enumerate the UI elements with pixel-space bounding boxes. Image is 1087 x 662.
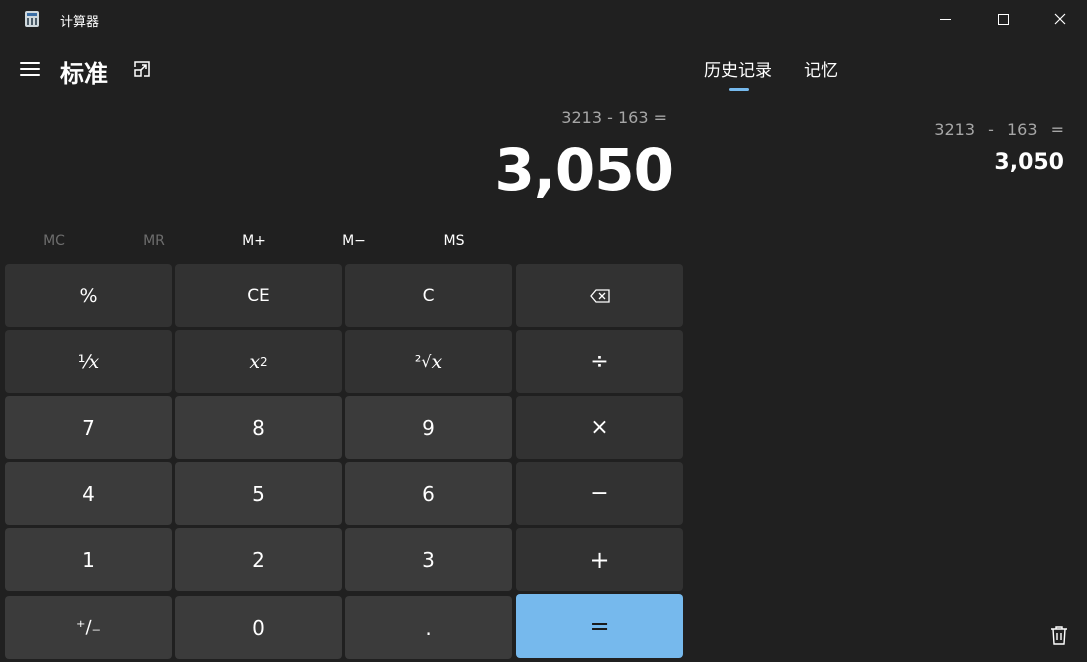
tab-memory[interactable]: 记忆 [804, 56, 838, 81]
memory-add-button[interactable]: M+ [204, 226, 304, 256]
backspace-button[interactable] [516, 264, 683, 327]
square-exponent: 2 [260, 354, 268, 369]
memory-subtract-button[interactable]: M− [304, 226, 404, 256]
result-display: 3,050 [494, 136, 674, 204]
hamburger-menu-button[interactable] [20, 62, 40, 78]
square-variable: x [249, 350, 261, 373]
add-button[interactable]: + [516, 528, 683, 591]
expression-display: 3213 - 163 = [561, 108, 667, 127]
keep-on-top-button[interactable] [132, 59, 152, 79]
maximize-button[interactable] [980, 0, 1026, 38]
minimize-button[interactable] [922, 0, 968, 38]
square-button[interactable]: x2 [175, 330, 342, 393]
digit-1-button[interactable]: 1 [5, 528, 172, 591]
divide-button[interactable]: ÷ [516, 330, 683, 393]
minimize-icon [939, 18, 951, 20]
maximize-icon [997, 13, 1009, 25]
negate-button[interactable]: ⁺∕₋ [5, 596, 172, 659]
digit-5-button[interactable]: 5 [175, 462, 342, 525]
close-button[interactable] [1037, 0, 1083, 38]
title-bar: 计算器 [0, 0, 1087, 38]
memory-row: MC MR M+ M− MS [4, 226, 504, 256]
equals-button[interactable]: = [516, 594, 683, 658]
decimal-button[interactable]: . [345, 596, 512, 659]
keep-on-top-icon [134, 61, 150, 77]
delete-history-icon [1051, 626, 1067, 645]
hamburger-menu-icon [20, 62, 40, 64]
digit-0-button[interactable]: 0 [175, 596, 342, 659]
digit-4-button[interactable]: 4 [5, 462, 172, 525]
backspace-icon [589, 288, 610, 303]
close-icon [1054, 13, 1066, 25]
delete-history-button[interactable] [1048, 624, 1070, 646]
history-item-expression[interactable]: 3213 - 163 = [934, 120, 1064, 139]
multiply-button[interactable]: × [516, 396, 683, 459]
memory-store-button[interactable]: MS [404, 226, 504, 256]
digit-2-button[interactable]: 2 [175, 528, 342, 591]
reciprocal-prefix: ⅟ [77, 350, 89, 373]
reciprocal-variable: x [88, 350, 100, 373]
tab-history[interactable]: 历史记录 [704, 56, 772, 81]
digit-6-button[interactable]: 6 [345, 462, 512, 525]
digit-9-button[interactable]: 9 [345, 396, 512, 459]
calculator-app-icon [25, 11, 39, 27]
clear-button[interactable]: C [345, 264, 512, 327]
square-root-button[interactable]: ²√ x [345, 330, 512, 393]
square-root-variable: x [431, 350, 443, 373]
memory-clear-button[interactable]: MC [4, 226, 104, 256]
history-item-result[interactable]: 3,050 [994, 150, 1064, 175]
calculator-window: 计算器 标准 3213 - 163 = 3,050 MC MR M+ M− MS [0, 0, 1087, 662]
percent-button[interactable]: % [5, 264, 172, 327]
memory-recall-button[interactable]: MR [104, 226, 204, 256]
window-title: 计算器 [60, 15, 100, 30]
active-tab-indicator [729, 88, 749, 91]
mode-title: 标准 [60, 60, 108, 88]
reciprocal-button[interactable]: ⅟x [5, 330, 172, 393]
clear-entry-button[interactable]: CE [175, 264, 342, 327]
digit-3-button[interactable]: 3 [345, 528, 512, 591]
digit-7-button[interactable]: 7 [5, 396, 172, 459]
digit-8-button[interactable]: 8 [175, 396, 342, 459]
square-root-prefix: ²√ [414, 352, 432, 371]
subtract-button[interactable]: − [516, 462, 683, 525]
